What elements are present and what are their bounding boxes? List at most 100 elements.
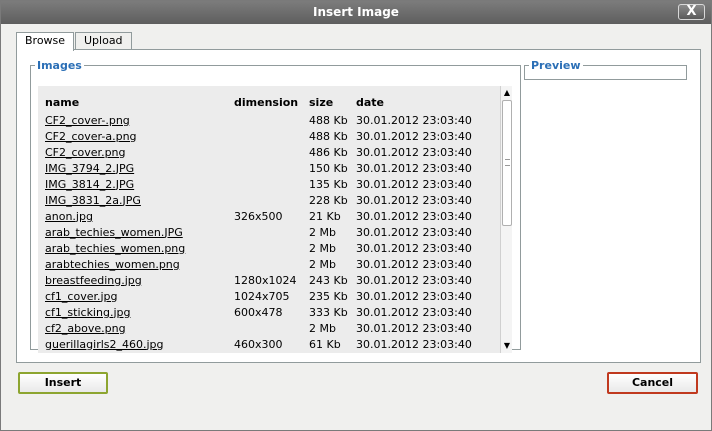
cell-date: 30.01.2012 23:03:40 [356, 209, 472, 223]
cell-name: CF2_cover-.png [45, 112, 234, 128]
table-row[interactable]: arab_techies_women.png 2 Mb 30.01.2012 23:… [45, 240, 496, 256]
cell-dimension [234, 224, 309, 240]
file-name-link[interactable]: IMG_3831_2a.JPG [45, 194, 141, 207]
file-name-link[interactable]: anon.jpg [45, 210, 93, 223]
cell-dimension: 1024x705 [234, 289, 290, 303]
cell-dimension [234, 320, 309, 336]
cell-date: 30.01.2012 23:03:40 [356, 161, 472, 175]
cell-name: IMG_3794_2.JPG [45, 160, 234, 176]
table-row[interactable]: cf1_cover.jpg 1024x705 235 Kb 30.01.2012 23… [45, 288, 496, 304]
cancel-button[interactable]: Cancel [607, 372, 698, 394]
list-scrollbar[interactable]: ▲ ▼ [500, 86, 512, 353]
cell-date: 30.01.2012 23:03:40 [356, 257, 472, 271]
cell-dimension [234, 240, 309, 256]
preview-fieldset: Preview [524, 59, 687, 80]
cell-size: 2 Mb [309, 257, 336, 271]
column-header-size[interactable]: size [309, 92, 356, 112]
scroll-up-icon[interactable]: ▲ [502, 88, 512, 98]
image-table: name dimension size date CF2_cover-.png 4… [45, 92, 496, 352]
cell-name: guerillagirls2_460.jpg [45, 336, 234, 352]
cell-name: cf1_sticking.jpg [45, 304, 234, 320]
table-row[interactable]: IMG_3794_2.JPG 150 Kb 30.01.2012 23:03:40 [45, 160, 496, 176]
cell-size: 488 Kb [309, 129, 348, 143]
cell-date: 30.01.2012 23:03:40 [356, 225, 472, 239]
table-row[interactable]: breastfeeding.jpg 1280x1024 243 Kb 30.01.20… [45, 272, 496, 288]
table-row[interactable]: CF2_cover-a.png 488 Kb 30.01.2012 23:03:40 [45, 128, 496, 144]
table-row[interactable]: CF2_cover-.png 488 Kb 30.01.2012 23:03:40 [45, 112, 496, 128]
dialog-titlebar[interactable]: Insert Image X [1, 1, 711, 24]
insert-button[interactable]: Insert [18, 372, 108, 394]
cell-dimension [234, 128, 309, 144]
table-row[interactable]: cf2_above.png 2 Mb 30.01.2012 23:03:40 [45, 320, 496, 336]
preview-legend: Preview [531, 59, 581, 72]
cell-dimension: 1280x1024 [234, 273, 297, 287]
column-header-dimension[interactable]: dimension [234, 92, 309, 112]
images-fieldset: Images name dimension size date CF2_cove… [30, 59, 521, 353]
cell-date: 30.01.2012 23:03:40 [356, 273, 472, 287]
cell-name: CF2_cover.png [45, 144, 234, 160]
cell-dimension [234, 192, 309, 208]
cell-date: 30.01.2012 23:03:40 [356, 177, 472, 191]
cell-date: 30.01.2012 23:03:40 [356, 241, 472, 255]
cell-name: arabtechies_women.png [45, 256, 234, 272]
file-name-link[interactable]: arab_techies_women.png [45, 242, 185, 255]
close-button[interactable]: X [678, 4, 705, 20]
cell-size: 333 Kb [309, 305, 348, 319]
table-row[interactable]: IMG_3814_2.JPG 135 Kb 30.01.2012 23:03:40 [45, 176, 496, 192]
scroll-thumb[interactable] [502, 100, 512, 226]
cell-size: 228 Kb [309, 193, 348, 207]
cell-dimension: 460x300 [234, 337, 283, 351]
column-header-name[interactable]: name [45, 92, 234, 112]
cell-name: cf1_cover.jpg [45, 288, 234, 304]
cell-dimension [234, 176, 309, 192]
file-name-link[interactable]: cf1_sticking.jpg [45, 306, 130, 319]
image-list[interactable]: name dimension size date CF2_cover-.png 4… [38, 86, 512, 353]
cell-size: 486 Kb [309, 145, 348, 159]
cell-size: 488 Kb [309, 113, 348, 127]
file-name-link[interactable]: arab_techies_women.JPG [45, 226, 183, 239]
cell-name: arab_techies_women.JPG [45, 224, 234, 240]
cell-date: 30.01.2012 23:03:40 [356, 145, 472, 159]
insert-image-dialog: Insert Image X Browse Upload Images name… [0, 0, 712, 431]
cell-size: 2 Mb [309, 225, 336, 239]
cell-name: breastfeeding.jpg [45, 272, 234, 288]
table-row[interactable]: IMG_3831_2a.JPG 228 Kb 30.01.2012 23:03:40 [45, 192, 496, 208]
cell-size: 135 Kb [309, 177, 348, 191]
cell-size: 243 Kb [309, 273, 348, 287]
file-name-link[interactable]: guerillagirls2_460.jpg [45, 338, 164, 351]
table-row[interactable]: anon.jpg 326x500 21 Kb 30.01.2012 23:03:40 [45, 208, 496, 224]
cell-size: 21 Kb [309, 209, 341, 223]
file-name-link[interactable]: cf1_cover.jpg [45, 290, 118, 303]
cell-dimension: 326x500 [234, 209, 283, 223]
file-name-link[interactable]: breastfeeding.jpg [45, 274, 142, 287]
column-header-date[interactable]: date [356, 92, 496, 112]
cell-date: 30.01.2012 23:03:40 [356, 289, 472, 303]
file-name-link[interactable]: CF2_cover-a.png [45, 130, 137, 143]
cell-size: 150 Kb [309, 161, 348, 175]
table-row[interactable]: arabtechies_women.png 2 Mb 30.01.2012 23:0… [45, 256, 496, 272]
dialog-title: Insert Image [313, 5, 399, 19]
table-row[interactable]: arab_techies_women.JPG 2 Mb 30.01.2012 23:… [45, 224, 496, 240]
cell-date: 30.01.2012 23:03:40 [356, 337, 472, 351]
table-row[interactable]: cf1_sticking.jpg 600x478 333 Kb 30.01.2012 … [45, 304, 496, 320]
file-name-link[interactable]: arabtechies_women.png [45, 258, 180, 271]
close-icon: X [686, 4, 697, 19]
cell-dimension [234, 144, 309, 160]
cell-name: IMG_3831_2a.JPG [45, 192, 234, 208]
table-header-row: name dimension size date [45, 92, 496, 112]
tab-browse[interactable]: Browse [16, 32, 75, 51]
table-row[interactable]: guerillagirls2_460.jpg 460x300 61 Kb 30.01.… [45, 336, 496, 352]
cell-name: cf2_above.png [45, 320, 234, 336]
table-row[interactable]: CF2_cover.png 486 Kb 30.01.2012 23:03:40 [45, 144, 496, 160]
file-name-link[interactable]: IMG_3814_2.JPG [45, 178, 134, 191]
tab-upload[interactable]: Upload [75, 32, 132, 50]
file-name-link[interactable]: cf2_above.png [45, 322, 126, 335]
cell-name: anon.jpg [45, 208, 234, 224]
file-name-link[interactable]: CF2_cover.png [45, 146, 126, 159]
cell-size: 235 Kb [309, 289, 348, 303]
file-name-link[interactable]: CF2_cover-.png [45, 114, 130, 127]
scroll-down-icon[interactable]: ▼ [502, 341, 512, 351]
file-name-link[interactable]: IMG_3794_2.JPG [45, 162, 134, 175]
cell-size: 2 Mb [309, 321, 336, 335]
grip-icon [505, 159, 510, 166]
